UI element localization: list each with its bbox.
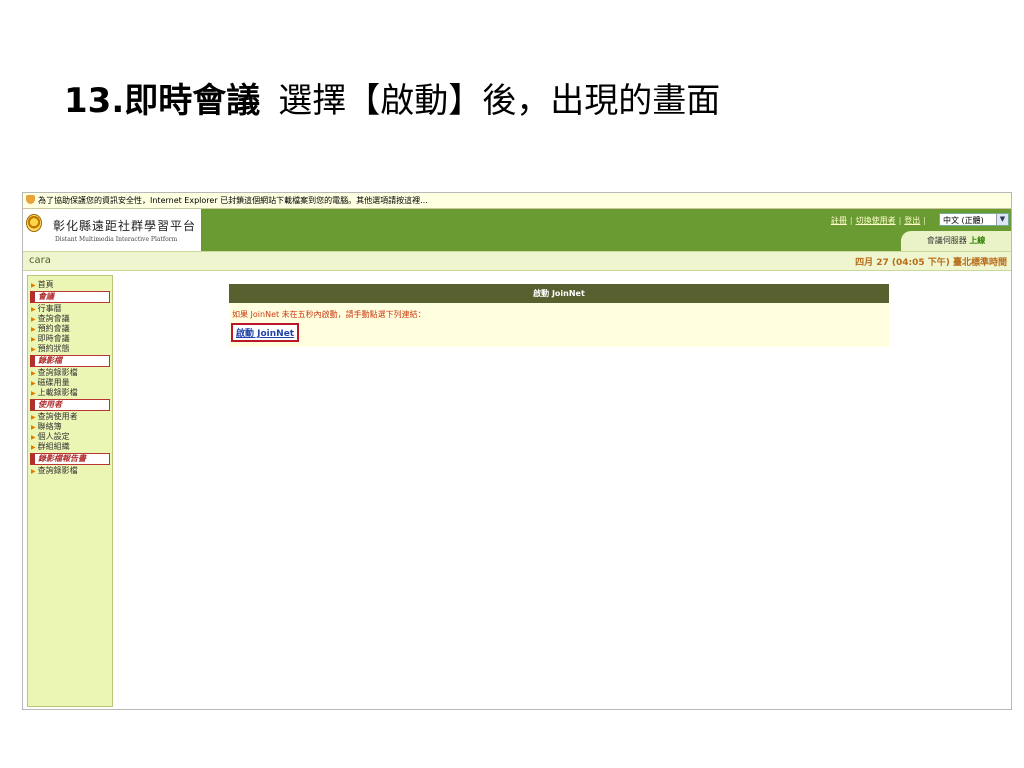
triangle-right-icon: ▶	[31, 390, 36, 397]
sidebar-item-search-user[interactable]: ▶ 查詢使用者	[28, 412, 112, 422]
sidebar-item-label: 查詢錄影檔	[37, 466, 78, 475]
sidebar-item-reservation-status[interactable]: ▶ 預約狀態	[28, 344, 112, 354]
sidebar-item-label: 個人設定	[37, 432, 70, 441]
server-status-tab: 會議伺服器 上線	[901, 231, 1011, 251]
sidebar-item-label: 查詢錄影檔	[37, 368, 78, 377]
site-header: 彰化縣遠距社群學習平台 Distant Multimedia Interacti…	[23, 209, 1011, 251]
language-select-value: 中文 (正體)	[943, 216, 984, 225]
top-links: 註冊 | 切換使用者 | 登出 |	[831, 215, 929, 226]
switch-user-link[interactable]: 切換使用者	[856, 216, 896, 225]
sidebar-item-search-report[interactable]: ▶ 查詢錄影檔	[28, 466, 112, 476]
sidebar-item-label: 首頁	[37, 280, 54, 289]
county-emblem-icon	[26, 214, 42, 232]
sidebar-section-meeting: 會議	[30, 291, 110, 303]
sidebar-item-personal-settings[interactable]: ▶ 個人設定	[28, 432, 112, 442]
triangle-right-icon: ▶	[31, 414, 36, 421]
slide-title-description: 選擇【啟動】後，出現的畫面	[278, 81, 721, 121]
link-separator: |	[849, 216, 853, 225]
sidebar-item-search-recording[interactable]: ▶ 查詢錄影檔	[28, 368, 112, 378]
sidebar-item-contacts[interactable]: ▶ 聯絡簿	[28, 422, 112, 432]
logo-subtitle: Distant Multimedia Interactive Platform	[55, 236, 178, 243]
security-infobar[interactable]: 為了協助保護您的資訊安全性，Internet Explorer 已封鎖這個網站下…	[23, 193, 1011, 209]
sidebar-section-recording: 錄影檔	[30, 355, 110, 367]
sidebar-item-upload-recording[interactable]: ▶ 上載錄影檔	[28, 388, 112, 398]
joinnet-panel: 如果 JoinNet 未在五秒內啟動，請手動點選下列連結： 啟動 JoinNet	[229, 303, 889, 347]
sidebar-item-group-organization[interactable]: ▶ 群組組織	[28, 442, 112, 452]
browser-screenshot: 為了協助保護您的資訊安全性，Internet Explorer 已封鎖這個網站下…	[22, 192, 1012, 710]
launch-joinnet-link[interactable]: 啟動 JoinNet	[231, 323, 300, 342]
sidebar-item-label: 上載錄影檔	[37, 388, 78, 397]
sidebar-item-search-meeting[interactable]: ▶ 查詢會議	[28, 314, 112, 324]
sidebar-item-instant-meeting[interactable]: ▶ 即時會議	[28, 334, 112, 344]
triangle-right-icon: ▶	[31, 346, 36, 353]
shield-icon	[26, 195, 35, 204]
server-label: 會議伺服器	[926, 236, 967, 245]
sidebar-item-label: 行事曆	[37, 304, 62, 313]
sidebar-section-report: 錄影檔報告書	[30, 453, 110, 465]
sidebar-item-label: 預約會議	[37, 324, 70, 333]
sidebar-item-disk-usage[interactable]: ▶ 磁碟用量	[28, 378, 112, 388]
sidebar-item-home[interactable]: ▶ 首頁	[28, 280, 112, 290]
language-select[interactable]: 中文 (正體) ▼	[939, 213, 1009, 226]
sidebar-nav: ▶ 首頁 會議 ▶ 行事曆 ▶ 查詢會議 ▶ 預約會議 ▶ 即時會議 ▶ 預約狀態 錄影檔 …	[27, 275, 113, 707]
triangle-right-icon: ▶	[31, 316, 36, 323]
chevron-down-icon[interactable]: ▼	[996, 214, 1008, 225]
site-logo[interactable]: 彰化縣遠距社群學習平台 Distant Multimedia Interacti…	[23, 209, 201, 251]
triangle-right-icon: ▶	[31, 336, 36, 343]
infobar-text: 為了協助保護您的資訊安全性，Internet Explorer 已封鎖這個網站下…	[38, 196, 428, 205]
sidebar-item-label: 磁碟用量	[37, 378, 70, 387]
sidebar-item-label: 預約狀態	[37, 344, 70, 353]
triangle-right-icon: ▶	[31, 444, 36, 451]
slide-title: 13.即時會議 選擇【啟動】後，出現的畫面	[64, 76, 720, 126]
sidebar-item-label: 查詢使用者	[37, 412, 78, 421]
logout-link[interactable]: 登出	[904, 216, 920, 225]
link-separator: |	[923, 216, 926, 225]
sidebar-item-label: 群組組織	[37, 442, 70, 451]
logo-title: 彰化縣遠距社群學習平台	[53, 219, 197, 233]
triangle-right-icon: ▶	[31, 424, 36, 431]
slide-title-number: 13.即時會議	[64, 81, 261, 121]
sidebar-item-calendar[interactable]: ▶ 行事曆	[28, 304, 112, 314]
server-datetime: 四月 27 (04:05 下午) 臺北標準時間	[855, 258, 1007, 268]
sidebar-section-user: 使用者	[30, 399, 110, 411]
server-status: 上線	[969, 236, 986, 245]
sidebar-item-label: 查詢會議	[37, 314, 70, 323]
triangle-right-icon: ▶	[31, 434, 36, 441]
triangle-right-icon: ▶	[31, 468, 36, 475]
triangle-right-icon: ▶	[31, 326, 36, 333]
sidebar-item-schedule-meeting[interactable]: ▶ 預約會議	[28, 324, 112, 334]
triangle-right-icon: ▶	[31, 306, 36, 313]
register-link[interactable]: 註冊	[831, 216, 847, 225]
panel-title: 啟動 JoinNet	[229, 284, 889, 303]
sidebar-item-label: 即時會議	[37, 334, 70, 343]
current-username: cara	[29, 255, 51, 266]
triangle-right-icon: ▶	[31, 380, 36, 387]
user-bar: cara 四月 27 (04:05 下午) 臺北標準時間	[23, 251, 1011, 271]
triangle-right-icon: ▶	[31, 370, 36, 377]
sidebar-item-label: 聯絡簿	[37, 422, 62, 431]
triangle-right-icon: ▶	[31, 282, 36, 289]
fallback-message: 如果 JoinNet 未在五秒內啟動，請手動點選下列連結：	[232, 310, 426, 319]
link-separator: |	[898, 216, 902, 225]
main-content: 啟動 JoinNet 如果 JoinNet 未在五秒內啟動，請手動點選下列連結：…	[115, 275, 1009, 705]
header-band: 註冊 | 切換使用者 | 登出 | 中文 (正體) ▼ 會議伺服器 上線	[201, 209, 1011, 251]
